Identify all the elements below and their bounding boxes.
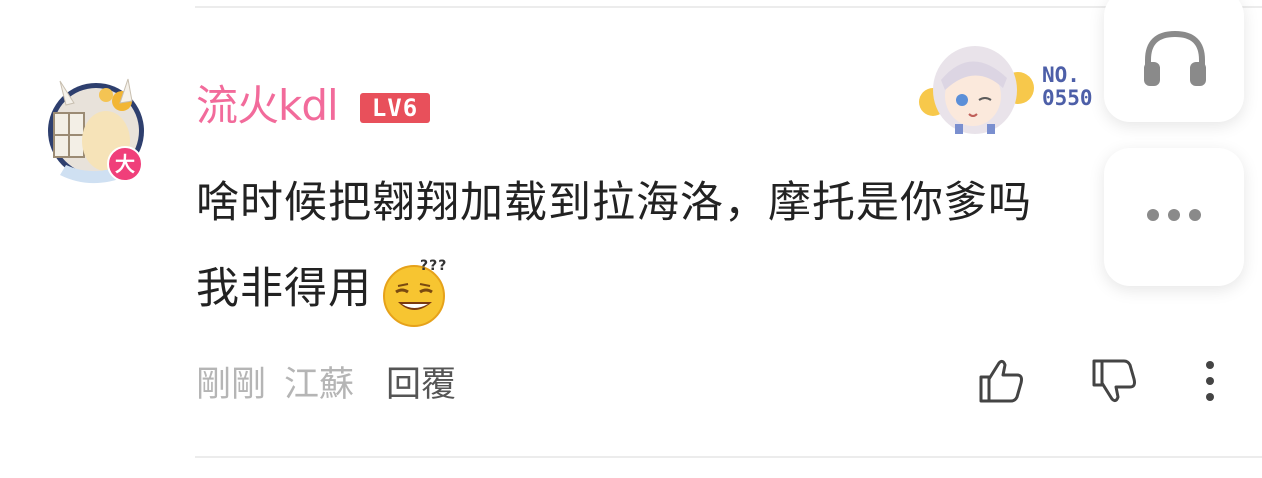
bottom-divider [195,456,1262,458]
comment-item: 大 流火kdl LV6 NO. 0550 啥时候把翱翔加载到拉海洛，摩托是你爹吗… [0,0,1262,478]
more-float-button[interactable] [1104,148,1244,286]
comment-location: 江蘇 [284,364,355,405]
thinking-sweat-emoji: ??? [383,258,447,327]
thumbs-down-icon[interactable] [1088,355,1140,407]
reply-button[interactable]: 回覆 [386,356,456,407]
comment-text-line2: 我非得用 ??? [196,246,1206,332]
level-badge: LV6 [360,93,430,123]
headphone-float-button[interactable] [1104,0,1244,122]
comment-time: 剛剛 [196,364,267,405]
vertical-ellipsis-icon[interactable] [1196,356,1224,406]
avatar-badge-text: 大 [115,152,135,176]
comment-meta: 剛剛 江蘇 回覆 [196,356,456,406]
avatar-badge: 大 [107,146,143,182]
fan-badge-number: NO. 0550 [1042,63,1093,110]
headphone-icon [1144,30,1206,86]
svg-text:???: ??? [420,258,447,274]
comment-text-line1: 啥时候把翱翔加载到拉海洛，摩托是你爹吗 [196,178,1032,228]
thumbs-up-icon[interactable] [975,355,1027,407]
horizontal-ellipsis-icon [1147,209,1201,221]
top-divider [195,6,1262,8]
username[interactable]: 流火kdl [196,80,339,132]
comment-body: 啥时候把翱翔加载到拉海洛，摩托是你爹吗 我非得用 ??? [196,160,1206,332]
